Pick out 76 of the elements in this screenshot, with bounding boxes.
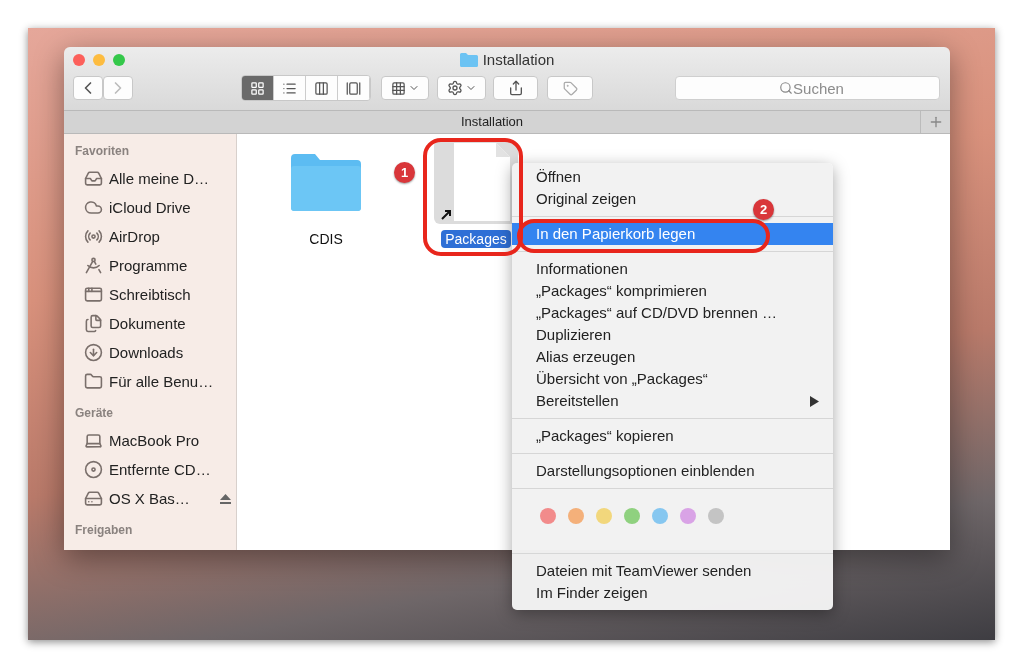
menu-item[interactable]: Übersicht von „Packages“ [536,368,708,390]
sidebar-heading: Geräte [75,406,115,422]
minimize-button[interactable] [93,54,105,66]
files-icon [84,169,103,188]
tag-dot[interactable] [596,508,612,524]
disc-icon [84,460,103,479]
menu-item[interactable]: In den Papierkorb legen [512,223,833,245]
menu-item[interactable]: „Packages“ kopieren [536,425,674,447]
gear-icon [446,80,463,96]
view-mode-button[interactable] [274,76,306,100]
path-bar-title: Installation [459,113,525,131]
menu-item[interactable]: Duplizieren [536,324,612,346]
view-mode-button[interactable] [338,76,370,100]
columns-view-icon [314,80,329,96]
menu-item[interactable]: Original zeigen [536,188,637,210]
grid-icon [390,80,406,96]
window-title: Installation [482,51,555,68]
back-button[interactable] [73,76,103,100]
drive-icon [84,489,103,508]
documents-icon [84,314,103,333]
cloud-icon [84,198,103,217]
apps-icon [84,256,103,275]
menu-item[interactable]: Darstellungsoptionen einblenden [536,460,755,482]
search-field[interactable]: Suchen [675,76,940,100]
sidebar-item[interactable]: OS X Bas… [109,490,190,507]
sidebar-heading: Favoriten [75,144,130,160]
desktop-icon [84,285,103,304]
file-name[interactable]: CDIS [305,230,347,248]
tag-dot[interactable] [568,508,584,524]
menu-item[interactable]: Öffnen [536,166,581,188]
share-icon [507,80,524,96]
settings-button[interactable] [437,76,486,100]
laptop-icon [84,431,103,450]
tag-dot[interactable] [652,508,668,524]
search-icon [779,81,793,95]
menu-item[interactable]: Informationen [536,258,628,280]
menu-item[interactable]: „Packages“ auf CD/DVD brennen … [536,302,777,324]
downloads-icon [84,343,103,362]
document-alias-icon[interactable] [440,143,512,221]
tag-dot[interactable] [708,508,724,524]
menu-item[interactable]: Im Finder zeigen [536,582,648,604]
coverflow-view-icon [346,80,361,96]
sidebar-item[interactable]: AirDrop [109,228,160,245]
menu-item[interactable]: Alias erzeugen [536,346,636,368]
menu-item[interactable]: „Packages“ komprimieren [536,280,707,302]
arrange-button[interactable] [381,76,429,100]
sidebar-item[interactable]: Programme [109,257,188,274]
tag-dot[interactable] [624,508,640,524]
airdrop-icon [84,227,103,246]
view-mode-button[interactable] [306,76,338,100]
sidebar-item[interactable]: iCloud Drive [109,199,191,216]
sidebar-item[interactable]: Dokumente [109,315,186,332]
sidebar-item[interactable]: Entfernte CD… [109,461,211,478]
icons-view-icon [250,80,265,96]
eject-icon[interactable] [219,493,231,504]
sidebar-item[interactable]: Für alle Benu… [109,373,214,390]
list-view-icon [282,80,297,96]
folder-icon[interactable] [291,153,361,211]
tag-dot[interactable] [680,508,696,524]
close-button[interactable] [73,54,85,66]
view-mode-button[interactable] [242,76,274,100]
sidebar-item[interactable]: Schreibtisch [109,286,191,303]
sidebar-heading: Freigaben [75,523,134,539]
folder-icon [84,372,103,391]
file-name[interactable]: Packages [441,230,511,248]
menu-item[interactable]: Bereitstellen [536,390,619,412]
sidebar-item[interactable]: Downloads [109,344,184,361]
tag-dot[interactable] [540,508,556,524]
sidebar-item[interactable]: MacBook Pro [109,432,200,449]
folder-icon [459,52,478,67]
tag-icon [562,80,578,96]
tag-button[interactable] [547,76,593,100]
sidebar-item[interactable]: Alle meine D… [109,170,210,187]
share-button[interactable] [493,76,538,100]
menu-item[interactable]: Dateien mit TeamViewer senden [536,560,752,582]
zoom-button[interactable] [113,54,125,66]
